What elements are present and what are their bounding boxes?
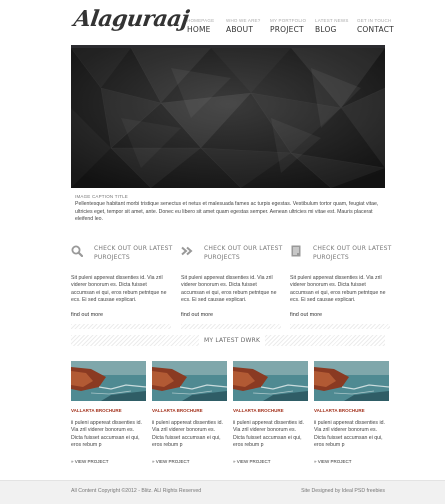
view-project-label: VIEW PROJECT xyxy=(317,459,352,464)
footer-credit[interactable]: Site Designed by Ideal PSD freebies xyxy=(301,488,385,494)
nav-item-blog[interactable]: LATEST NEWS BLOG xyxy=(315,18,358,34)
find-out-more-link[interactable]: find out more xyxy=(290,312,322,318)
feature-title: CHECK OUT OUR LATEST PUROJECTS xyxy=(94,245,173,261)
portfolio-text: ii puleni appereat dissenties id. Via zr… xyxy=(152,420,223,449)
nav-label[interactable]: BLOG xyxy=(315,25,358,34)
nav-item-about[interactable]: WHO WE ARE? ABOUT xyxy=(226,18,269,34)
feature-divider xyxy=(71,324,171,329)
coast-image xyxy=(233,361,308,401)
nav-item-contact[interactable]: GET IN TOUCH CONTACT xyxy=(357,18,400,34)
portfolio-title[interactable]: VALLARTA BROCHURE xyxy=(152,408,203,413)
nav-sub-label: HOMEPAGE xyxy=(187,18,215,23)
portfolio-title[interactable]: VALLARTA BROCHURE xyxy=(314,408,365,413)
site-logo[interactable]: Alaguraaj xyxy=(72,6,190,32)
page: Alaguraaj HOMEPAGE HOME WHO WE ARE? ABOU… xyxy=(0,0,445,504)
hero-slider[interactable] xyxy=(71,48,385,188)
feature-title: CHECK OUT OUR LATEST PUROJECTS xyxy=(313,245,392,261)
portfolio-thumbnail[interactable] xyxy=(71,361,146,401)
view-project-label: VIEW PROJECT xyxy=(236,459,271,464)
slider-caption-text: Pellentesque habitant morbi tristique se… xyxy=(75,201,379,222)
work-section-title: MY LATEST DWRK xyxy=(199,335,266,346)
coast-image xyxy=(71,361,146,401)
footer-copyright: All Content Copyright ©2012 - Blitz. ALl… xyxy=(71,488,202,494)
view-project-link[interactable]: » VIEW PROJECT xyxy=(71,459,109,464)
nav-label[interactable]: CONTACT xyxy=(357,25,400,34)
coast-image xyxy=(152,361,227,401)
double-chevron-right-icon xyxy=(181,246,193,256)
portfolio-thumbnail[interactable] xyxy=(314,361,389,401)
slider-image xyxy=(71,48,385,188)
view-project-link[interactable]: » VIEW PROJECT xyxy=(314,459,352,464)
find-out-more-link[interactable]: find out more xyxy=(181,312,213,318)
portfolio-item[interactable]: VALLARTA BROCHURE ii puleni appereat dis… xyxy=(71,361,146,464)
portfolio-item[interactable]: VALLARTA BROCHURE ii puleni appereat dis… xyxy=(314,361,389,464)
portfolio-item[interactable]: VALLARTA BROCHURE ii puleni appereat dis… xyxy=(152,361,227,464)
main-nav: HOMEPAGE HOME WHO WE ARE? ABOUT MY PORTF… xyxy=(187,18,394,34)
portfolio-thumbnail[interactable] xyxy=(233,361,308,401)
document-icon xyxy=(291,245,301,257)
feature-divider xyxy=(181,324,281,329)
feature-divider xyxy=(290,324,390,329)
nav-label[interactable]: PROJECT xyxy=(270,25,313,34)
nav-sub-label: WHO WE ARE? xyxy=(226,18,261,23)
nav-sub-label: LATEST NEWS xyxy=(315,18,349,23)
feature-text: Sit puleni appereat dissenties id. Via z… xyxy=(181,275,277,304)
find-out-more-link[interactable]: find out more xyxy=(71,312,103,318)
nav-item-project[interactable]: MY PORTFOLIO PROJECT xyxy=(270,18,313,34)
search-icon xyxy=(71,245,83,257)
nav-label[interactable]: HOME xyxy=(187,25,230,34)
feature-title: CHECK OUT OUR LATEST PUROJECTS xyxy=(204,245,283,261)
nav-sub-label: GET IN TOUCH xyxy=(357,18,392,23)
portfolio-item[interactable]: VALLARTA BROCHURE ii puleni appereat dis… xyxy=(233,361,308,464)
portfolio-text: ii puleni appereat dissenties id. Via zr… xyxy=(314,420,385,449)
nav-sub-label: MY PORTFOLIO xyxy=(270,18,307,23)
portfolio-text: ii puleni appereat dissenties id. Via zr… xyxy=(71,420,142,449)
coast-image xyxy=(314,361,389,401)
view-project-label: VIEW PROJECT xyxy=(155,459,190,464)
feature-text: Sit puleni appereat dissenties id. Via z… xyxy=(71,275,167,304)
view-project-link[interactable]: » VIEW PROJECT xyxy=(233,459,271,464)
view-project-label: VIEW PROJECT xyxy=(74,459,109,464)
nav-item-home[interactable]: HOMEPAGE HOME xyxy=(187,18,230,34)
feature-text: Sit puleni appereat dissenties id. Via z… xyxy=(290,275,386,304)
site-footer: All Content Copyright ©2012 - Blitz. ALl… xyxy=(0,480,445,504)
view-project-link[interactable]: » VIEW PROJECT xyxy=(152,459,190,464)
portfolio-title[interactable]: VALLARTA BROCHURE xyxy=(233,408,284,413)
nav-label[interactable]: ABOUT xyxy=(226,25,269,34)
slider-caption-title: IMAGE CAPTION TITLE xyxy=(75,194,128,199)
portfolio-text: ii puleni appereat dissenties id. Via zr… xyxy=(233,420,304,449)
portfolio-thumbnail[interactable] xyxy=(152,361,227,401)
portfolio-title[interactable]: VALLARTA BROCHURE xyxy=(71,408,122,413)
